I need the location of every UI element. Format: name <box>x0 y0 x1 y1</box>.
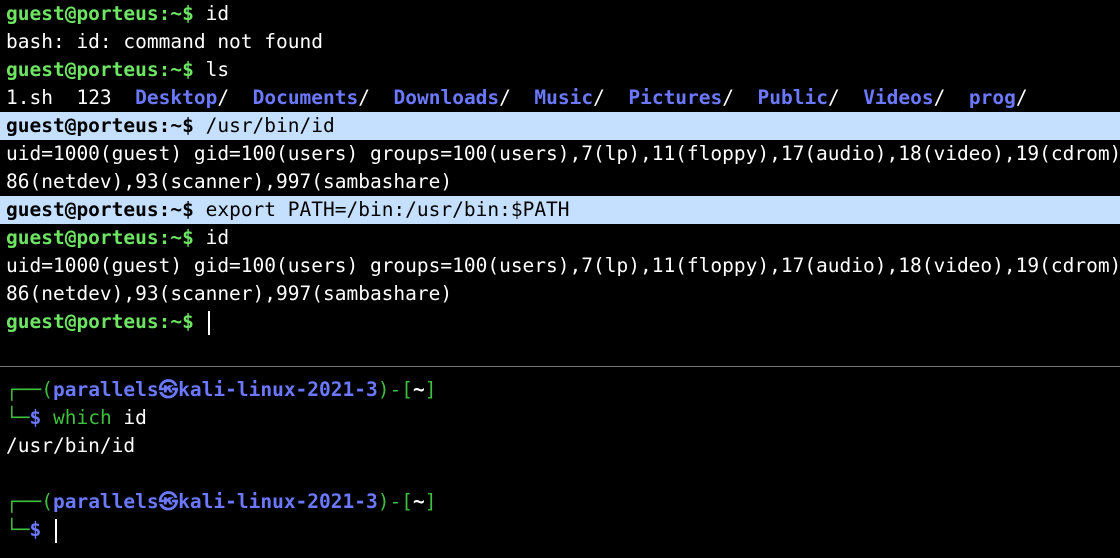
prompt-corner: └─ <box>6 406 30 429</box>
ls-directory: Videos <box>863 86 934 109</box>
ls-directory: Public <box>757 86 828 109</box>
terminal-line: /usr/bin/id <box>0 432 1120 460</box>
command-output: 86(netdev),93(scanner),997(sambashare) <box>6 282 453 305</box>
command-text: ls <box>205 58 230 81</box>
prompt-bracket-close: ] <box>424 490 437 513</box>
shell-prompt: guest@porteus:~$ <box>6 58 194 81</box>
terminal-line: bash: id: command not found <box>0 28 1120 56</box>
prompt-bracket-close: ] <box>424 378 437 401</box>
highlighted-terminal-line[interactable]: guest@porteus:~$ export PATH=/bin:/usr/b… <box>0 196 1120 224</box>
terminal-line: uid=1000(guest) gid=100(users) groups=10… <box>0 140 1120 168</box>
ls-file: 1.sh <box>6 86 53 109</box>
terminal-line: guest@porteus:~$ id <box>0 0 1120 28</box>
command-output: /usr/bin/id <box>6 434 136 457</box>
terminal-line: 86(netdev),93(scanner),997(sambashare) <box>0 280 1120 308</box>
prompt-corner: └─ <box>6 518 30 541</box>
shell-prompt: guest@porteus:~$ <box>6 226 194 249</box>
prompt-user: parallels <box>52 378 159 401</box>
prompt-host: kali-linux-2021-3 <box>178 378 378 401</box>
prompt-dollar: $ <box>29 518 42 541</box>
text-cursor <box>207 310 210 335</box>
prompt-path: ~ <box>412 378 425 401</box>
kali-prompt-header: ┌──(parallels㉿kali-linux-2021-3)-[~] <box>0 488 1120 516</box>
shell-prompt: guest@porteus:~$ <box>6 114 194 137</box>
terminal-window[interactable]: guest@porteus:~$ id bash: id: command no… <box>0 0 1120 558</box>
prompt-host: kali-linux-2021-3 <box>178 490 378 513</box>
kali-prompt-header: ┌──(parallels㉿kali-linux-2021-3)-[~] <box>0 376 1120 404</box>
ls-directory: Downloads <box>393 86 500 109</box>
active-prompt-line[interactable]: guest@porteus:~$ <box>0 308 1120 336</box>
ls-directory: Pictures <box>628 86 723 109</box>
text-cursor <box>54 518 57 543</box>
command-text: id <box>205 2 230 25</box>
prompt-corner: ┌──( <box>6 378 53 401</box>
active-prompt-line[interactable]: └─$ <box>0 516 1120 544</box>
command-text: export PATH=/bin:/usr/bin:$PATH <box>205 198 570 221</box>
prompt-separator: )-[ <box>377 490 413 513</box>
prompt-user: parallels <box>52 490 159 513</box>
ls-directory: prog <box>968 86 1016 109</box>
kali-terminal-pane[interactable]: ┌──(parallels㉿kali-linux-2021-3)-[~] └─$… <box>0 376 1120 544</box>
command-argument: id <box>111 406 147 429</box>
shell-prompt: guest@porteus:~$ <box>6 198 194 221</box>
prompt-separator: )-[ <box>377 378 413 401</box>
kali-skull-icon: ㉿ <box>158 490 179 513</box>
ls-output-line: 1.sh 123 Desktop/ Documents/ Downloads/ … <box>6 86 1028 109</box>
kali-skull-icon: ㉿ <box>158 378 179 401</box>
ls-directory: Music <box>534 86 594 109</box>
prompt-path: ~ <box>412 490 425 513</box>
command-output: uid=1000(guest) gid=100(users) groups=10… <box>6 142 1120 165</box>
command-text: /usr/bin/id <box>205 114 335 137</box>
terminal-line: uid=1000(guest) gid=100(users) groups=10… <box>0 252 1120 280</box>
prompt-corner: ┌──( <box>6 490 53 513</box>
prompt-dollar: $ <box>29 406 42 429</box>
command-text: which <box>52 406 112 429</box>
ls-directory: Documents <box>252 86 359 109</box>
command-text: id <box>205 226 230 249</box>
ls-file: 123 <box>76 86 112 109</box>
terminal-line: guest@porteus:~$ id <box>0 224 1120 252</box>
command-output: 86(netdev),93(scanner),997(sambashare) <box>6 170 453 193</box>
command-output: uid=1000(guest) gid=100(users) groups=10… <box>6 254 1120 277</box>
pane-divider[interactable] <box>0 366 1120 367</box>
command-output: bash: id: command not found <box>6 30 323 53</box>
highlighted-terminal-line[interactable]: guest@porteus:~$ /usr/bin/id <box>0 112 1120 140</box>
shell-prompt: guest@porteus:~$ <box>6 310 194 333</box>
kali-command-line: └─$ which id <box>0 404 1120 432</box>
ls-directory: Desktop <box>135 86 218 109</box>
shell-prompt: guest@porteus:~$ <box>6 2 194 25</box>
porteus-terminal-pane[interactable]: guest@porteus:~$ id bash: id: command no… <box>0 0 1120 364</box>
terminal-line: guest@porteus:~$ ls <box>0 56 1120 84</box>
terminal-line: 86(netdev),93(scanner),997(sambashare) <box>0 168 1120 196</box>
